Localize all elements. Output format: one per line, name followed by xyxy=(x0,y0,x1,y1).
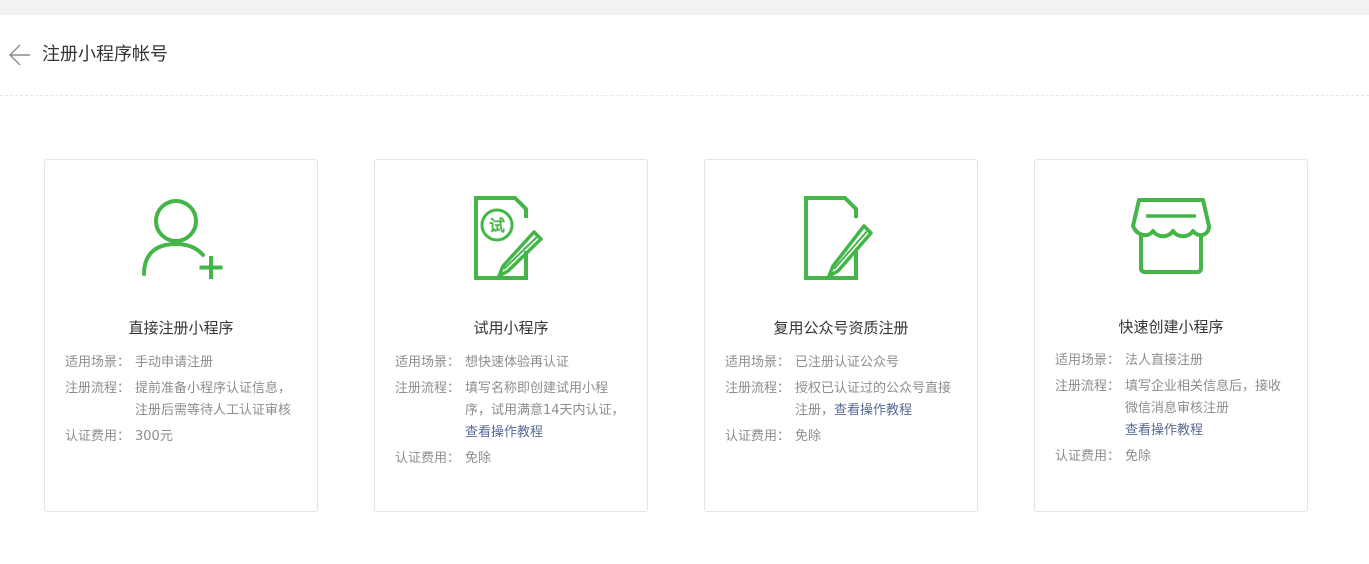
fee-value: 免除 xyxy=(465,451,492,466)
fee-label: 认证费用： xyxy=(725,429,791,444)
scene-value: 已注册认证公众号 xyxy=(795,355,900,370)
page-header: 注册小程序帐号 xyxy=(0,15,1369,96)
tutorial-link[interactable]: 查看操作教程 xyxy=(1125,423,1203,438)
back-arrow-icon[interactable] xyxy=(8,43,32,67)
trial-document-icon: 试 xyxy=(375,196,647,286)
card-direct-register[interactable]: 直接注册小程序 适用场景： 手动申请注册 注册流程： 提前准备小程序认证信息， 注册后… xyxy=(44,159,318,512)
card-title: 快速创建小程序 xyxy=(1118,318,1224,336)
flow-label: 注册流程： xyxy=(395,381,461,396)
scene-value: 想快速体验再认证 xyxy=(465,355,570,370)
card-title: 试用小程序 xyxy=(473,319,549,337)
fee-value: 免除 xyxy=(795,429,822,444)
flow-text: 注册后需等待人工认证审核 xyxy=(135,403,292,418)
trial-icon-text: 试 xyxy=(489,216,505,235)
tutorial-link[interactable]: 查看操作教程 xyxy=(834,403,912,418)
card-trial[interactable]: 试 试用小程序 适用场景： 想快速体验再认证 注册流程： 填写名称即创建试用小程序，… xyxy=(374,159,648,512)
scene-label: 适用场景： xyxy=(725,355,791,370)
card-reuse-official-account[interactable]: 复用公众号资质注册 适用场景： 已注册认证公众号 注册流程： 授权已认证过的公众号直… xyxy=(704,159,978,512)
flow-label: 注册流程： xyxy=(1055,379,1121,394)
fee-label: 认证费用： xyxy=(1055,449,1121,464)
card-info: 适用场景： 法人直接注册 注册流程： 填写企业相关信息后，接收 微信消息审核注册 查看操… xyxy=(1055,350,1293,468)
card-title: 直接注册小程序 xyxy=(128,319,234,337)
scene-label: 适用场景： xyxy=(1055,353,1121,368)
scene-label: 适用场景： xyxy=(65,355,131,370)
flow-label: 注册流程： xyxy=(65,381,131,396)
card-info: 适用场景： 想快速体验再认证 注册流程： 填写名称即创建试用小程序，试用满意14天内… xyxy=(395,352,633,470)
fee-value: 300元 xyxy=(135,429,173,444)
tutorial-link[interactable]: 查看操作教程 xyxy=(465,425,543,440)
flow-text: 微信消息审核注册 xyxy=(1125,401,1230,416)
flow-text: 填写名称即创建试用小程 xyxy=(465,381,609,396)
scene-label: 适用场景： xyxy=(395,355,461,370)
document-pen-icon xyxy=(705,196,977,286)
card-info: 适用场景： 手动申请注册 注册流程： 提前准备小程序认证信息， 注册后需等待人工认证审… xyxy=(65,352,303,448)
page-title: 注册小程序帐号 xyxy=(42,44,168,65)
flow-text: 注册， xyxy=(795,403,835,418)
flow-text: 序，试用满意14天内认证， xyxy=(465,403,625,418)
scene-value: 法人直接注册 xyxy=(1125,353,1204,368)
fee-label: 认证费用： xyxy=(395,451,461,466)
flow-text: 提前准备小程序认证信息， xyxy=(135,381,292,396)
scene-value: 手动申请注册 xyxy=(135,355,214,370)
fee-value: 免除 xyxy=(1125,449,1152,464)
fee-label: 认证费用： xyxy=(65,429,131,444)
card-info: 适用场景： 已注册认证公众号 注册流程： 授权已认证过的公众号直接 注册，查看操作教程… xyxy=(725,352,963,448)
user-add-icon xyxy=(45,196,317,286)
flow-text: 授权已认证过的公众号直接 xyxy=(795,381,952,396)
flow-label: 注册流程： xyxy=(725,381,791,396)
card-quick-create[interactable]: 快速创建小程序 适用场景： 法人直接注册 注册流程： 填写企业相关信息后，接收 微信消… xyxy=(1034,159,1308,512)
card-title: 复用公众号资质注册 xyxy=(773,319,909,337)
flow-text: 填写企业相关信息后，接收 xyxy=(1125,379,1282,394)
store-icon xyxy=(1035,196,1307,286)
top-strip xyxy=(0,0,1369,15)
